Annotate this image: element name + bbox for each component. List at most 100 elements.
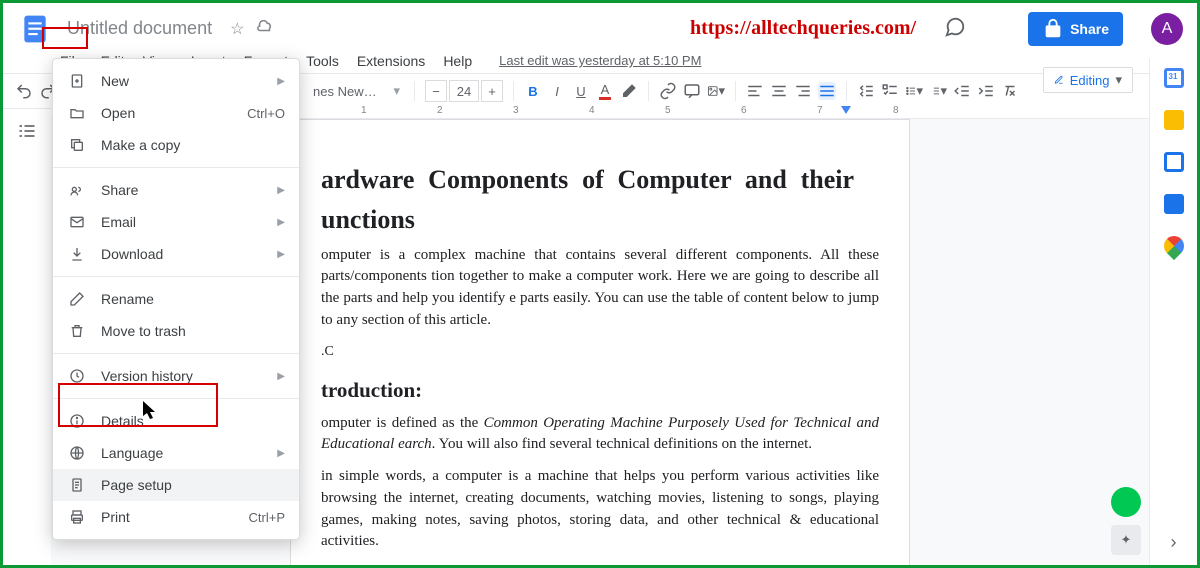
menu-help[interactable]: Help xyxy=(436,50,479,72)
numbered-list-icon[interactable]: ▾ xyxy=(929,82,947,100)
chevron-right-icon: ▶ xyxy=(277,371,285,382)
annotation-pagesetup-highlight xyxy=(58,383,218,427)
ruler-tick: 4 xyxy=(589,105,595,116)
align-center-icon[interactable] xyxy=(770,82,788,100)
outline-rail xyxy=(3,103,51,150)
menu-item-label: New xyxy=(101,73,129,89)
italic-button[interactable]: I xyxy=(548,82,566,100)
insert-link-icon[interactable] xyxy=(659,82,677,100)
mode-label: Editing xyxy=(1070,73,1110,88)
pencil-icon xyxy=(67,291,87,307)
ruler-tick: 3 xyxy=(513,105,519,116)
menu-item-rename[interactable]: Rename xyxy=(53,283,299,315)
menu-extensions[interactable]: Extensions xyxy=(350,50,432,72)
menu-item-download[interactable]: Download▶ xyxy=(53,238,299,270)
print-icon xyxy=(67,509,87,525)
meet-icon[interactable] xyxy=(986,18,1008,40)
download-icon xyxy=(67,246,87,262)
share-button[interactable]: Share xyxy=(1028,12,1123,46)
paragraph: omputer is defined as the Common Operati… xyxy=(321,413,879,457)
menu-item-label: Language xyxy=(101,445,163,461)
ruler-tick: 2 xyxy=(437,105,443,116)
ruler-tick: 6 xyxy=(741,105,747,116)
account-avatar[interactable]: A xyxy=(1151,13,1183,45)
maps-app-icon[interactable] xyxy=(1159,232,1187,260)
ruler-tick: 5 xyxy=(665,105,671,116)
title-bar: Untitled document ☆ https://alltechqueri… xyxy=(3,3,1197,48)
align-justify-icon[interactable] xyxy=(818,82,836,100)
keep-app-icon[interactable] xyxy=(1164,110,1184,130)
align-right-icon[interactable] xyxy=(794,82,812,100)
tasks-app-icon[interactable] xyxy=(1164,152,1184,172)
menu-item-move-to-trash[interactable]: Move to trash xyxy=(53,315,299,347)
menu-item-open[interactable]: OpenCtrl+O xyxy=(53,97,299,129)
share-label: Share xyxy=(1070,21,1109,37)
cloud-status-icon[interactable] xyxy=(256,17,274,40)
checklist-icon[interactable] xyxy=(881,82,899,100)
underline-button[interactable]: U xyxy=(572,82,590,100)
insert-image-icon[interactable]: ▾ xyxy=(707,82,725,100)
bulleted-list-icon[interactable]: ▾ xyxy=(905,82,923,100)
menu-item-label: Print xyxy=(101,509,130,525)
last-edit-link[interactable]: Last edit was yesterday at 5:10 PM xyxy=(499,53,701,68)
align-left-icon[interactable] xyxy=(746,82,764,100)
page[interactable]: ardware Components of Computer and their… xyxy=(290,119,910,565)
decrease-indent-icon[interactable] xyxy=(953,82,971,100)
menu-item-label: Email xyxy=(101,214,136,230)
menu-item-new[interactable]: New ▶ xyxy=(53,65,299,97)
font-size-value[interactable]: 24 xyxy=(449,80,479,102)
ruler-tick: 8 xyxy=(893,105,899,116)
mode-switcher[interactable]: Editing ▾ xyxy=(1043,67,1133,93)
decrease-size-button[interactable]: − xyxy=(425,80,447,102)
trash-icon xyxy=(67,323,87,339)
bold-button[interactable]: B xyxy=(524,82,542,100)
chevron-right-icon: ▶ xyxy=(277,217,285,228)
increase-indent-icon[interactable] xyxy=(977,82,995,100)
clear-formatting-icon[interactable] xyxy=(1001,82,1019,100)
subheading: troduction: xyxy=(321,378,879,403)
menu-item-make-a-copy[interactable]: Make a copy xyxy=(53,129,299,161)
menu-tools[interactable]: Tools xyxy=(299,50,346,72)
line-spacing-icon[interactable] xyxy=(857,82,875,100)
dictation-button[interactable] xyxy=(1111,487,1141,517)
watermark-url: https://alltechqueries.com/ xyxy=(690,17,916,40)
star-icon[interactable]: ☆ xyxy=(230,19,244,39)
explore-button[interactable]: ✦ xyxy=(1111,525,1141,555)
menu-item-print[interactable]: Print Ctrl+P xyxy=(53,501,299,533)
plus-page-icon xyxy=(67,73,87,89)
contacts-app-icon[interactable] xyxy=(1164,194,1184,214)
menu-item-label: Make a copy xyxy=(101,137,180,153)
highlight-button[interactable] xyxy=(620,82,638,100)
file-menu-dropdown: New ▶ OpenCtrl+O Make a copy Share▶ Email ▶ Dow… xyxy=(52,58,300,540)
menu-item-label: Rename xyxy=(101,291,154,307)
increase-size-button[interactable]: + xyxy=(481,80,503,102)
menu-item-email[interactable]: Email ▶ xyxy=(53,206,299,238)
calendar-app-icon[interactable] xyxy=(1164,68,1184,88)
ruler-tick: 7 xyxy=(817,105,823,116)
copy-icon xyxy=(67,137,87,153)
shortcut-label: Ctrl+P xyxy=(249,510,285,525)
ruler-tick: 1 xyxy=(361,105,367,116)
font-size-stepper[interactable]: − 24 + xyxy=(425,80,503,102)
font-family-select[interactable]: nes New…▾ xyxy=(309,79,404,103)
comment-history-icon[interactable] xyxy=(944,16,966,41)
menu-item-language[interactable]: Language ▶ xyxy=(53,437,299,469)
menu-item-share[interactable]: Share▶ xyxy=(53,174,299,206)
paragraph: in simple words, a computer is a machine… xyxy=(321,466,879,553)
right-indent-marker[interactable] xyxy=(841,106,851,116)
insert-comment-icon[interactable] xyxy=(683,82,701,100)
chevron-right-icon: ▶ xyxy=(277,448,285,459)
menu-item-page-setup[interactable]: Page setup xyxy=(53,469,299,501)
outline-icon[interactable] xyxy=(17,121,37,144)
folder-icon xyxy=(67,105,87,121)
history-icon xyxy=(67,368,87,384)
hide-side-panel-icon[interactable]: › xyxy=(1171,532,1177,553)
undo-icon[interactable] xyxy=(15,82,33,100)
cursor-icon xyxy=(143,401,159,424)
marker: .C xyxy=(321,344,879,360)
paragraph: omputer is a complex machine that contai… xyxy=(321,245,879,332)
text-color-button[interactable]: A xyxy=(596,82,614,100)
chevron-right-icon: ▶ xyxy=(277,76,285,87)
annotation-file-highlight xyxy=(42,27,88,49)
heading-line1: ardware Components of Computer and their xyxy=(321,165,854,194)
